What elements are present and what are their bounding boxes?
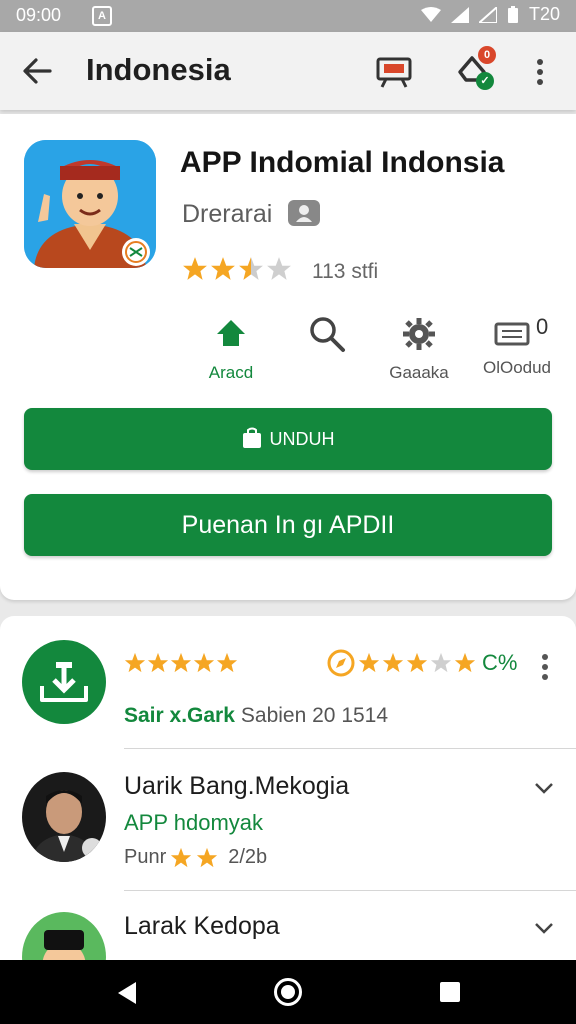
star-icon xyxy=(454,652,476,673)
star-icon xyxy=(382,652,404,673)
star-icon xyxy=(358,652,380,673)
back-arrow-icon[interactable] xyxy=(20,54,54,88)
battery-text: T20 xyxy=(528,4,560,24)
star-icon xyxy=(170,652,192,673)
star-icon xyxy=(193,652,215,673)
nav-home-icon[interactable] xyxy=(274,978,302,1006)
review-meta-label: Punr xyxy=(124,846,167,868)
review-meta-value: 2/2b xyxy=(228,846,268,868)
star-half-icon xyxy=(239,257,263,280)
row-rating-stars xyxy=(124,652,238,674)
rating-stars xyxy=(182,256,292,282)
online-badge: ✓ xyxy=(476,72,494,90)
star-icon xyxy=(216,652,238,673)
signal2-icon xyxy=(478,6,497,23)
keyboard-badge: 0 xyxy=(536,314,549,339)
status-time: 09:00 xyxy=(16,5,62,25)
nav-back-icon[interactable] xyxy=(114,980,140,1006)
status-bar: 09:00 A T20 xyxy=(0,0,576,32)
system-nav-bar xyxy=(0,960,576,1024)
notifications-button[interactable]: 0 ✓ xyxy=(452,46,496,94)
avatar[interactable] xyxy=(22,772,106,862)
verified-badge-icon xyxy=(288,200,320,226)
quick-action-keyboard[interactable]: 0 OlOodud xyxy=(472,314,562,378)
download-info: Sair x.Gark Sabien 20 1514 xyxy=(124,704,388,728)
quick-action-search[interactable] xyxy=(300,314,354,359)
download-source: Sair x.Gark xyxy=(124,704,235,727)
gear-icon xyxy=(403,318,435,350)
app-bar: Indonesia 0 ✓ xyxy=(0,32,576,110)
more-vert-icon[interactable] xyxy=(540,652,550,682)
quick-action-label: OlOodud xyxy=(482,358,552,377)
divider xyxy=(124,748,576,749)
review-meta: Punr 2/2b xyxy=(124,846,267,869)
download-button[interactable]: UNDUH xyxy=(24,408,552,470)
shopping-bag-icon xyxy=(242,427,261,448)
chevron-down-icon[interactable] xyxy=(532,776,556,800)
star-icon xyxy=(183,257,207,280)
app-info-card: APP Indomial Indonsia Drerarai 113 stfi … xyxy=(0,114,576,600)
download-button-label: UNDUH xyxy=(269,429,335,449)
star-icon xyxy=(406,652,428,673)
search-icon xyxy=(310,317,345,352)
quick-action-home[interactable]: Aracd xyxy=(196,314,266,383)
quick-action-settings[interactable]: Gaaaka xyxy=(382,314,456,383)
page-title: Indonesia xyxy=(86,52,231,87)
secondary-rating: C% xyxy=(326,648,517,678)
divider xyxy=(124,890,576,891)
chevron-down-icon[interactable] xyxy=(532,916,556,940)
review-subtitle: APP hdomyak xyxy=(124,810,264,835)
wifi-icon xyxy=(420,6,441,22)
quick-action-label: Aracd xyxy=(208,363,254,382)
review-author: Larak Kedopa xyxy=(124,912,280,940)
star-icon xyxy=(147,652,169,673)
star-empty-icon xyxy=(430,652,452,673)
notification-icon: A xyxy=(92,6,112,26)
star-icon xyxy=(171,847,192,867)
screen-cast-icon[interactable] xyxy=(374,52,414,92)
rating-percent: C% xyxy=(482,650,518,675)
star-icon xyxy=(211,257,235,280)
keyboard-icon xyxy=(494,322,530,346)
download-date: Sabien 20 1514 xyxy=(240,704,389,727)
star-icon xyxy=(197,847,218,867)
star-empty-icon xyxy=(267,257,291,280)
download-circle[interactable] xyxy=(22,640,106,724)
nav-recents-icon[interactable] xyxy=(440,982,460,1002)
secondary-button[interactable]: Puenan In gı APDII xyxy=(24,494,552,556)
compass-icon xyxy=(327,649,355,677)
star-icon xyxy=(124,652,146,673)
rating-count: 113 stfi xyxy=(312,260,379,283)
reviews-card: C% Sair x.Gark Sabien 20 1514 Uarik Bang.… xyxy=(0,616,576,1016)
avatar-photo xyxy=(22,772,106,862)
review-author: Uarik Bang.Mekogia xyxy=(124,772,350,800)
signal-icon xyxy=(450,6,469,23)
download-tray-icon xyxy=(40,662,88,702)
app-icon[interactable] xyxy=(24,140,156,268)
developer-name[interactable]: Drerarai xyxy=(182,200,272,229)
notif-badge: 0 xyxy=(478,46,496,64)
app-name: APP Indomial Indonsia xyxy=(180,146,505,179)
more-vert-icon[interactable] xyxy=(522,52,558,92)
battery-icon xyxy=(507,5,518,23)
app-icon-art xyxy=(24,140,156,268)
quick-action-label: Gaaaka xyxy=(389,363,449,382)
home-icon xyxy=(217,320,245,346)
